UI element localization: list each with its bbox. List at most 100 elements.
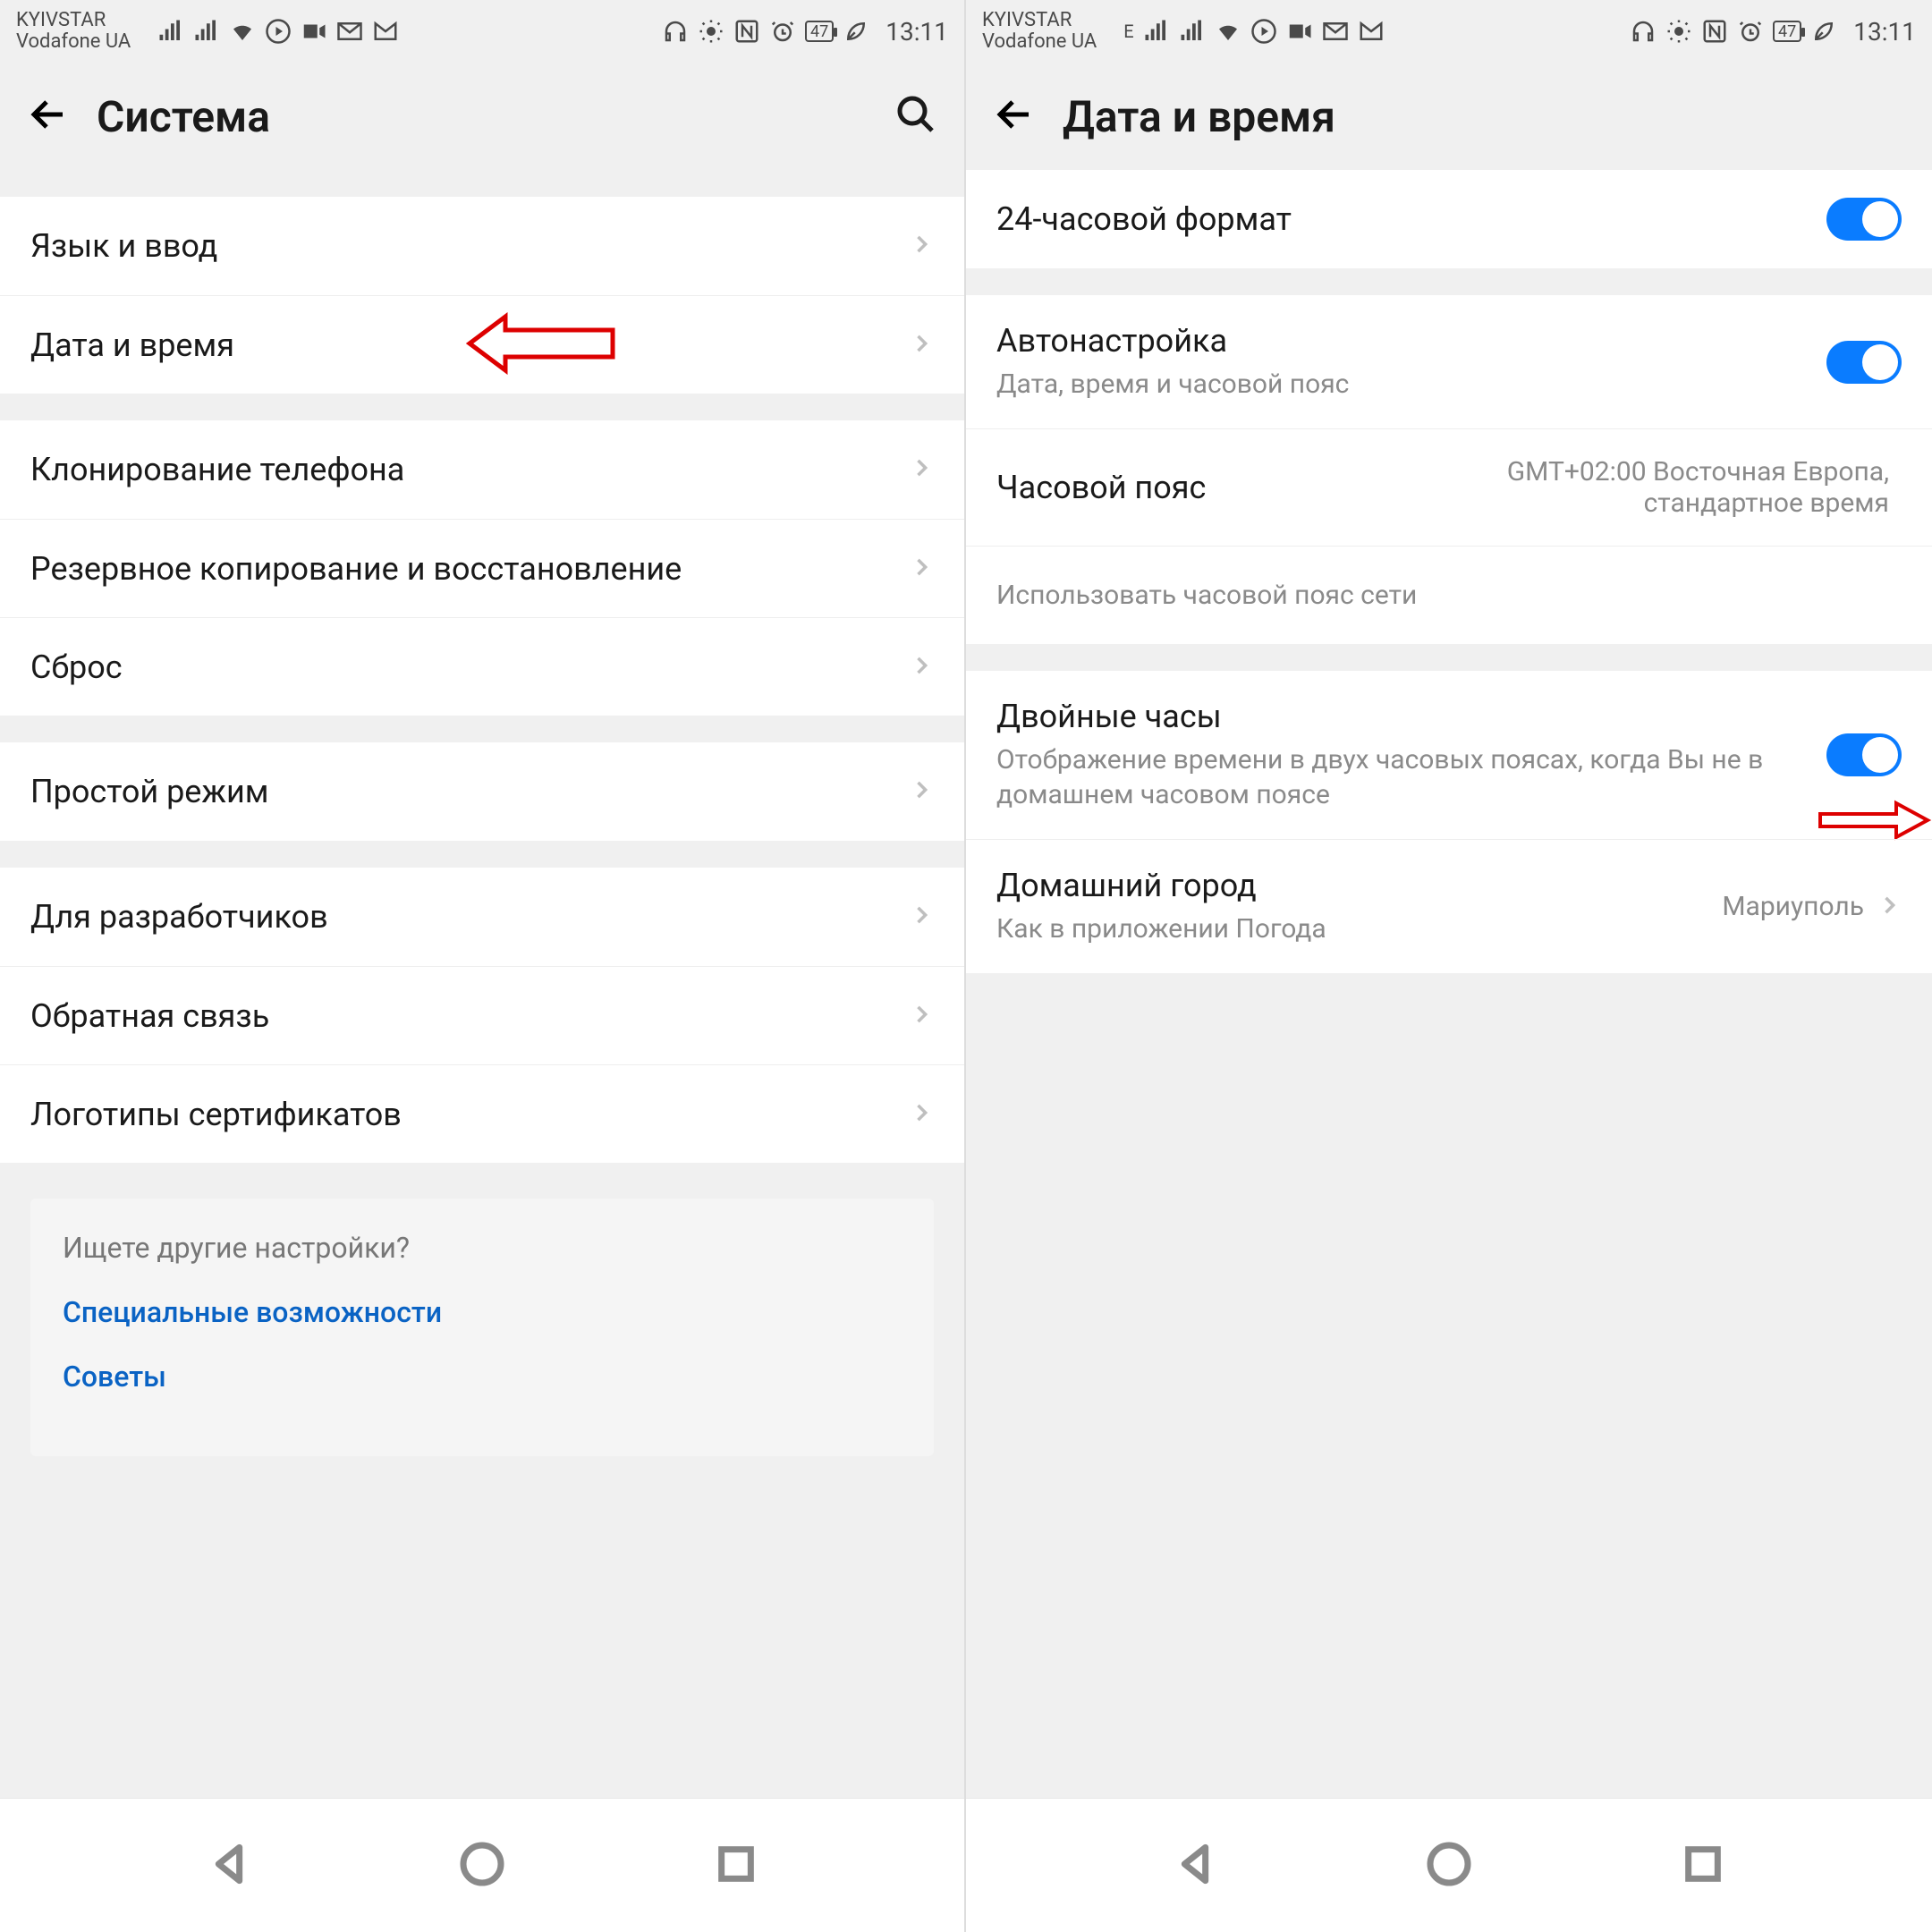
row-sublabel: Использовать часовой пояс сети [996,578,1902,613]
headphones-icon [1630,18,1657,45]
battery-level: 47 [1778,22,1796,41]
settings-group: Для разработчиков Обратная связь Логотип… [0,868,964,1163]
settings-group: 24-часовой формат [966,170,1932,268]
chevron-right-icon [909,1100,934,1129]
battery-indicator: 47 [805,21,834,42]
row-sublabel: Отображение времени в двух часовых пояса… [996,742,1826,812]
network-e-label: E [1123,21,1133,42]
hint-title: Ищете другие настройки? [63,1231,902,1265]
row-home-city[interactable]: Домашний город Как в приложении Погода М… [966,839,1932,973]
content-right: 24-часовой формат Автонастройка Дата, вр… [966,170,1932,1798]
back-button[interactable] [993,93,1036,140]
row-24h-format[interactable]: 24-часовой формат [966,170,1932,268]
toggle-24h[interactable] [1826,198,1902,241]
signal-icon [193,18,220,45]
eye-comfort-icon [1665,18,1692,45]
content-left: Язык и ввод Дата и время Клонирование те… [0,170,964,1798]
row-label: Часовой пояс [996,469,1424,506]
nav-back-button[interactable] [204,1839,254,1893]
hint-link-accessibility[interactable]: Специальные возможности [63,1295,902,1329]
wifi-icon [229,18,256,45]
carrier-1: KYIVSTAR [16,10,131,31]
hint-box: Ищете другие настройки? Специальные возм… [30,1199,934,1456]
search-button[interactable] [894,93,937,140]
carrier-2: Vodafone UA [982,31,1097,53]
chevron-right-icon [1877,893,1902,921]
carrier-2: Vodafone UA [16,31,131,53]
settings-group: Язык и ввод Дата и время [0,197,964,394]
wifi-icon [1215,18,1241,45]
back-button[interactable] [27,93,70,140]
carrier-labels: KYIVSTAR Vodafone UA [982,10,1097,53]
row-timezone[interactable]: Часовой пояс GMT+02:00 Восточная Европа,… [966,428,1932,546]
chevron-right-icon [909,555,934,583]
nav-back-button[interactable] [1170,1839,1220,1893]
mail-icon [336,18,363,45]
carrier-1: KYIVSTAR [982,10,1097,31]
row-auto-datetime[interactable]: Автонастройка Дата, время и часовой пояс [966,295,1932,428]
headphones-icon [662,18,689,45]
row-developer-options[interactable]: Для разработчиков [0,868,964,966]
row-reset[interactable]: Сброс [0,617,964,716]
row-feedback[interactable]: Обратная связь [0,966,964,1064]
nav-home-button[interactable] [1424,1839,1474,1893]
hint-link-tips[interactable]: Советы [63,1360,902,1394]
settings-group: Простой режим [0,742,964,841]
annotation-arrow-left [465,308,617,383]
play-circle-icon [265,18,292,45]
row-label: Двойные часы [996,698,1826,735]
row-label: 24-часовой формат [996,200,1826,238]
play-circle-icon [1250,18,1277,45]
clock-time: 13:11 [1853,17,1916,47]
navbar [0,1798,964,1932]
row-cert-logos[interactable]: Логотипы сертификатов [0,1064,964,1163]
chevron-right-icon [909,455,934,484]
signal-icon [1143,18,1170,45]
row-label: Логотипы сертификатов [30,1096,909,1133]
row-label: Обратная связь [30,997,909,1035]
nav-recent-button[interactable] [1678,1839,1728,1893]
chevron-right-icon [909,653,934,682]
chevron-right-icon [909,1002,934,1030]
row-sublabel: Дата, время и часовой пояс [996,367,1826,402]
row-label: Для разработчиков [30,898,909,936]
battery-level: 47 [810,22,828,41]
row-label: Клонирование телефона [30,451,909,488]
row-label: Резервное копирование и восстановление [30,550,909,588]
toggle-auto[interactable] [1826,341,1902,384]
row-phone-clone[interactable]: Клонирование телефона [0,420,964,519]
settings-group: Клонирование телефона Резервное копирова… [0,420,964,716]
status-icons-left: E [1123,18,1384,45]
statusbar: KYIVSTAR Vodafone UA E 47 [966,0,1932,63]
toggle-dual-clocks[interactable] [1826,733,1902,776]
statusbar: KYIVSTAR Vodafone UA 47 13:11 [0,0,964,63]
row-label: Язык и ввод [30,227,909,265]
navbar [966,1798,1932,1932]
leaf-icon [1810,18,1837,45]
row-language-input[interactable]: Язык и ввод [0,197,964,295]
row-use-network-tz: Использовать часовой пояс сети [966,546,1932,644]
nav-recent-button[interactable] [711,1839,761,1893]
nfc-icon [733,18,760,45]
status-icons-left [157,18,399,45]
phone-right-datetime: KYIVSTAR Vodafone UA E 47 [966,0,1932,1932]
row-label: Автонастройка [996,322,1826,360]
settings-group: Двойные часы Отображение времени в двух … [966,671,1932,973]
eye-comfort-icon [698,18,724,45]
row-value: GMT+02:00 Восточная Европа, стандартное … [1424,456,1889,519]
nfc-icon [1701,18,1728,45]
page-title: Система [97,91,868,142]
chevron-right-icon [909,777,934,806]
row-simple-mode[interactable]: Простой режим [0,742,964,841]
row-dual-clocks[interactable]: Двойные часы Отображение времени в двух … [966,671,1932,839]
status-icons-right: 47 13:11 [1630,17,1916,47]
video-icon [301,18,327,45]
page-title: Дата и время [1063,91,1905,142]
row-date-time[interactable]: Дата и время [0,295,964,394]
row-backup-restore[interactable]: Резервное копирование и восстановление [0,519,964,617]
signal-icon [1179,18,1206,45]
row-sublabel: Как в приложении Погода [996,911,1722,946]
row-value: Мариуполь [1722,891,1864,922]
row-label: Домашний город [996,867,1722,904]
nav-home-button[interactable] [457,1839,507,1893]
